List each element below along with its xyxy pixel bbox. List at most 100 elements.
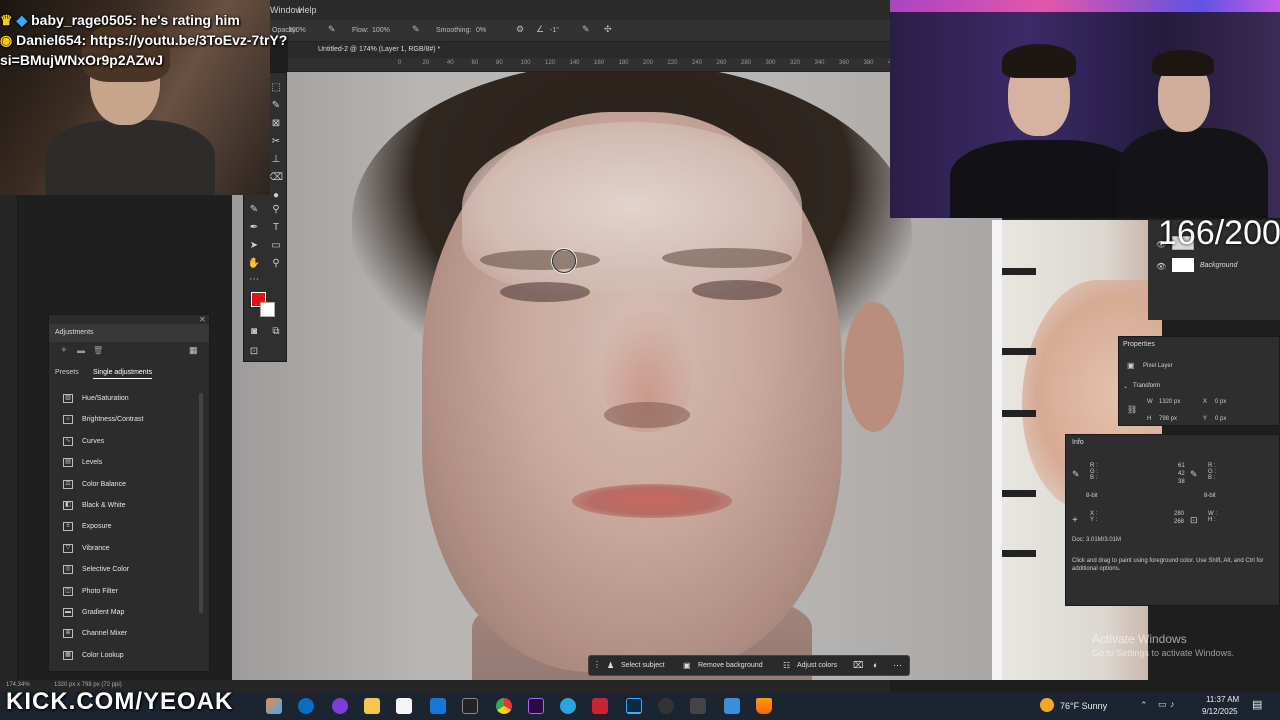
adjustment-layer-icon[interactable]: ◐ bbox=[873, 660, 878, 670]
folder-icon[interactable]: ▬ bbox=[77, 346, 85, 355]
weather-text[interactable]: 76°F Sunny bbox=[1060, 701, 1107, 711]
app-icon[interactable] bbox=[592, 698, 608, 714]
screen-mode-icon[interactable]: ⧉ bbox=[268, 325, 284, 339]
telegram-icon[interactable] bbox=[560, 698, 576, 714]
chevron-up-icon[interactable]: ⌃ bbox=[1140, 700, 1148, 711]
eye-icon[interactable]: 👁 bbox=[1156, 262, 1166, 271]
transform-icon[interactable]: ⌧ bbox=[853, 660, 863, 671]
chrome-icon[interactable] bbox=[496, 698, 512, 714]
more-tools-icon[interactable]: ⋯ bbox=[246, 273, 262, 287]
remove-background-button[interactable]: Remove background bbox=[698, 662, 763, 669]
document-canvas[interactable] bbox=[232, 72, 1002, 680]
adjustment-item[interactable]: ◫ Photo Filter bbox=[61, 584, 201, 600]
hand-icon[interactable]: ✋ bbox=[246, 257, 262, 271]
add-icon[interactable]: + bbox=[61, 345, 67, 356]
adjustment-item[interactable]: ◎ Selective Color bbox=[61, 562, 201, 578]
mail-icon[interactable] bbox=[430, 698, 446, 714]
frame-icon[interactable]: ⊠ bbox=[268, 117, 284, 131]
more-options-icon[interactable]: ⋯ bbox=[893, 660, 902, 671]
notifications-icon[interactable]: ▤ bbox=[1252, 698, 1262, 711]
info-y: 268 bbox=[1174, 519, 1185, 525]
adjustment-item[interactable]: ⊕ Channel Mixer bbox=[61, 626, 201, 642]
pressure-size-icon[interactable]: ✎ bbox=[582, 24, 590, 35]
y-field[interactable]: 0 px bbox=[1215, 416, 1226, 422]
chevron-down-icon[interactable]: ⌄ bbox=[1123, 383, 1128, 390]
premiere-icon[interactable] bbox=[528, 698, 544, 714]
brush-tool-icon[interactable]: ✎ bbox=[246, 203, 262, 217]
levels-icon: ▤ bbox=[63, 458, 73, 468]
type-icon[interactable]: T bbox=[268, 221, 284, 235]
obs-icon[interactable] bbox=[658, 698, 674, 714]
brush-icon[interactable]: ✎ bbox=[268, 99, 284, 113]
path-select-icon[interactable]: ➤ bbox=[246, 239, 262, 253]
calendar-icon[interactable] bbox=[396, 698, 412, 714]
background-layer-label[interactable]: Background bbox=[1200, 262, 1237, 269]
rectangle-icon[interactable]: ▭ bbox=[268, 239, 284, 253]
clock-time[interactable]: 11:37 AM bbox=[1206, 695, 1239, 704]
photoshop-icon[interactable] bbox=[626, 698, 642, 714]
clock-date[interactable]: 9/12/2025 bbox=[1202, 707, 1238, 716]
copilot-icon[interactable] bbox=[266, 698, 282, 714]
adjustment-item[interactable]: ▽ Vibrance bbox=[61, 541, 201, 557]
h-field[interactable]: 798 px bbox=[1159, 416, 1177, 422]
adjustment-item[interactable]: ▦ Color Lookup bbox=[61, 648, 201, 664]
zoom-icon[interactable]: ⚲ bbox=[268, 257, 284, 271]
crop-icon[interactable]: ✂ bbox=[268, 135, 284, 149]
selective-color-icon: ◎ bbox=[63, 565, 73, 575]
link-icon[interactable]: ⛓ bbox=[1127, 405, 1137, 414]
frame-tool-icon[interactable]: ⊡ bbox=[246, 345, 262, 359]
smoothing-value[interactable]: 0% bbox=[476, 27, 486, 34]
guest-hair bbox=[1152, 50, 1214, 76]
y-label: Y bbox=[1203, 416, 1208, 422]
trash-icon[interactable]: 🗑 bbox=[93, 346, 103, 355]
network-icon[interactable]: ▭ bbox=[1158, 699, 1167, 710]
document-tab[interactable]: Untitled-2 @ 174% (Layer 1, RGB/8#) * bbox=[288, 42, 890, 58]
adjustment-item[interactable]: ⚖ Color Balance bbox=[61, 477, 201, 493]
drag-handle-icon[interactable]: ⋮ bbox=[593, 660, 601, 669]
adjustment-item[interactable]: ☼ Brightness/Contrast bbox=[61, 412, 201, 428]
adjustment-item-label: Color Balance bbox=[82, 480, 126, 488]
tab-single-adjustments[interactable]: Single adjustments bbox=[93, 369, 153, 379]
adjustment-item[interactable]: ± Exposure bbox=[61, 519, 201, 535]
flow-value[interactable]: 100% bbox=[372, 27, 390, 34]
adjustment-item[interactable]: ▥ Hue/Saturation bbox=[61, 391, 201, 407]
edge-icon[interactable] bbox=[298, 698, 314, 714]
volume-icon[interactable]: ♪ bbox=[1170, 699, 1175, 709]
close-icon[interactable]: ✕ bbox=[199, 315, 206, 324]
discord-icon[interactable] bbox=[332, 698, 348, 714]
pen-icon[interactable]: ✒ bbox=[246, 221, 262, 235]
hue-saturation-icon: ▥ bbox=[63, 394, 73, 403]
adjustment-item[interactable]: ▬ Gradient Map bbox=[61, 605, 201, 621]
background-color-swatch[interactable] bbox=[260, 302, 275, 317]
adjustment-item[interactable]: ◧ Black & White bbox=[61, 498, 201, 514]
file-explorer-icon[interactable] bbox=[364, 698, 380, 714]
tab-presets[interactable]: Presets bbox=[55, 369, 79, 376]
adjust-colors-button[interactable]: Adjust colors bbox=[797, 662, 837, 669]
adjustment-item[interactable]: ▤ Levels bbox=[61, 455, 201, 471]
info-doc-size: Doc: 3.01M/3.01M bbox=[1072, 537, 1122, 543]
eraser-icon[interactable]: ⌫ bbox=[268, 171, 284, 185]
gear-icon[interactable]: ⚙ bbox=[516, 24, 524, 35]
vlc-icon[interactable] bbox=[756, 698, 772, 714]
select-subject-button[interactable]: Select subject bbox=[621, 662, 665, 669]
adjustment-item-label: Black & White bbox=[82, 502, 126, 509]
adjustment-item[interactable]: ∿ Curves bbox=[61, 434, 201, 450]
info-r: 61 bbox=[1178, 463, 1185, 469]
epic-games-icon[interactable] bbox=[462, 698, 478, 714]
chat-message: ◉ Daniel654: https://youtu.be/3ToEvz-7tr… bbox=[0, 30, 340, 50]
angle-value[interactable]: -1° bbox=[550, 27, 559, 34]
app-icon-2[interactable] bbox=[690, 698, 706, 714]
ruler-tick: 280 bbox=[741, 60, 752, 66]
grid-view-icon[interactable]: ▦ bbox=[189, 345, 198, 356]
dodge-icon[interactable]: ⚲ bbox=[268, 203, 284, 217]
blur-icon[interactable]: ● bbox=[268, 189, 284, 203]
app-icon-3[interactable] bbox=[724, 698, 740, 714]
marquee-icon[interactable]: ⬚ bbox=[268, 81, 284, 95]
quick-mask-icon[interactable]: ◙ bbox=[246, 325, 262, 339]
stamp-icon[interactable]: ⊥ bbox=[268, 153, 284, 167]
airbrush-icon[interactable]: ✎ bbox=[412, 24, 420, 35]
x-field[interactable]: 0 px bbox=[1215, 399, 1226, 405]
w-field[interactable]: 1320 px bbox=[1159, 399, 1180, 405]
symmetry-icon[interactable]: ✣ bbox=[604, 24, 612, 35]
info-bit-depth-2: 8-bit bbox=[1204, 493, 1216, 499]
